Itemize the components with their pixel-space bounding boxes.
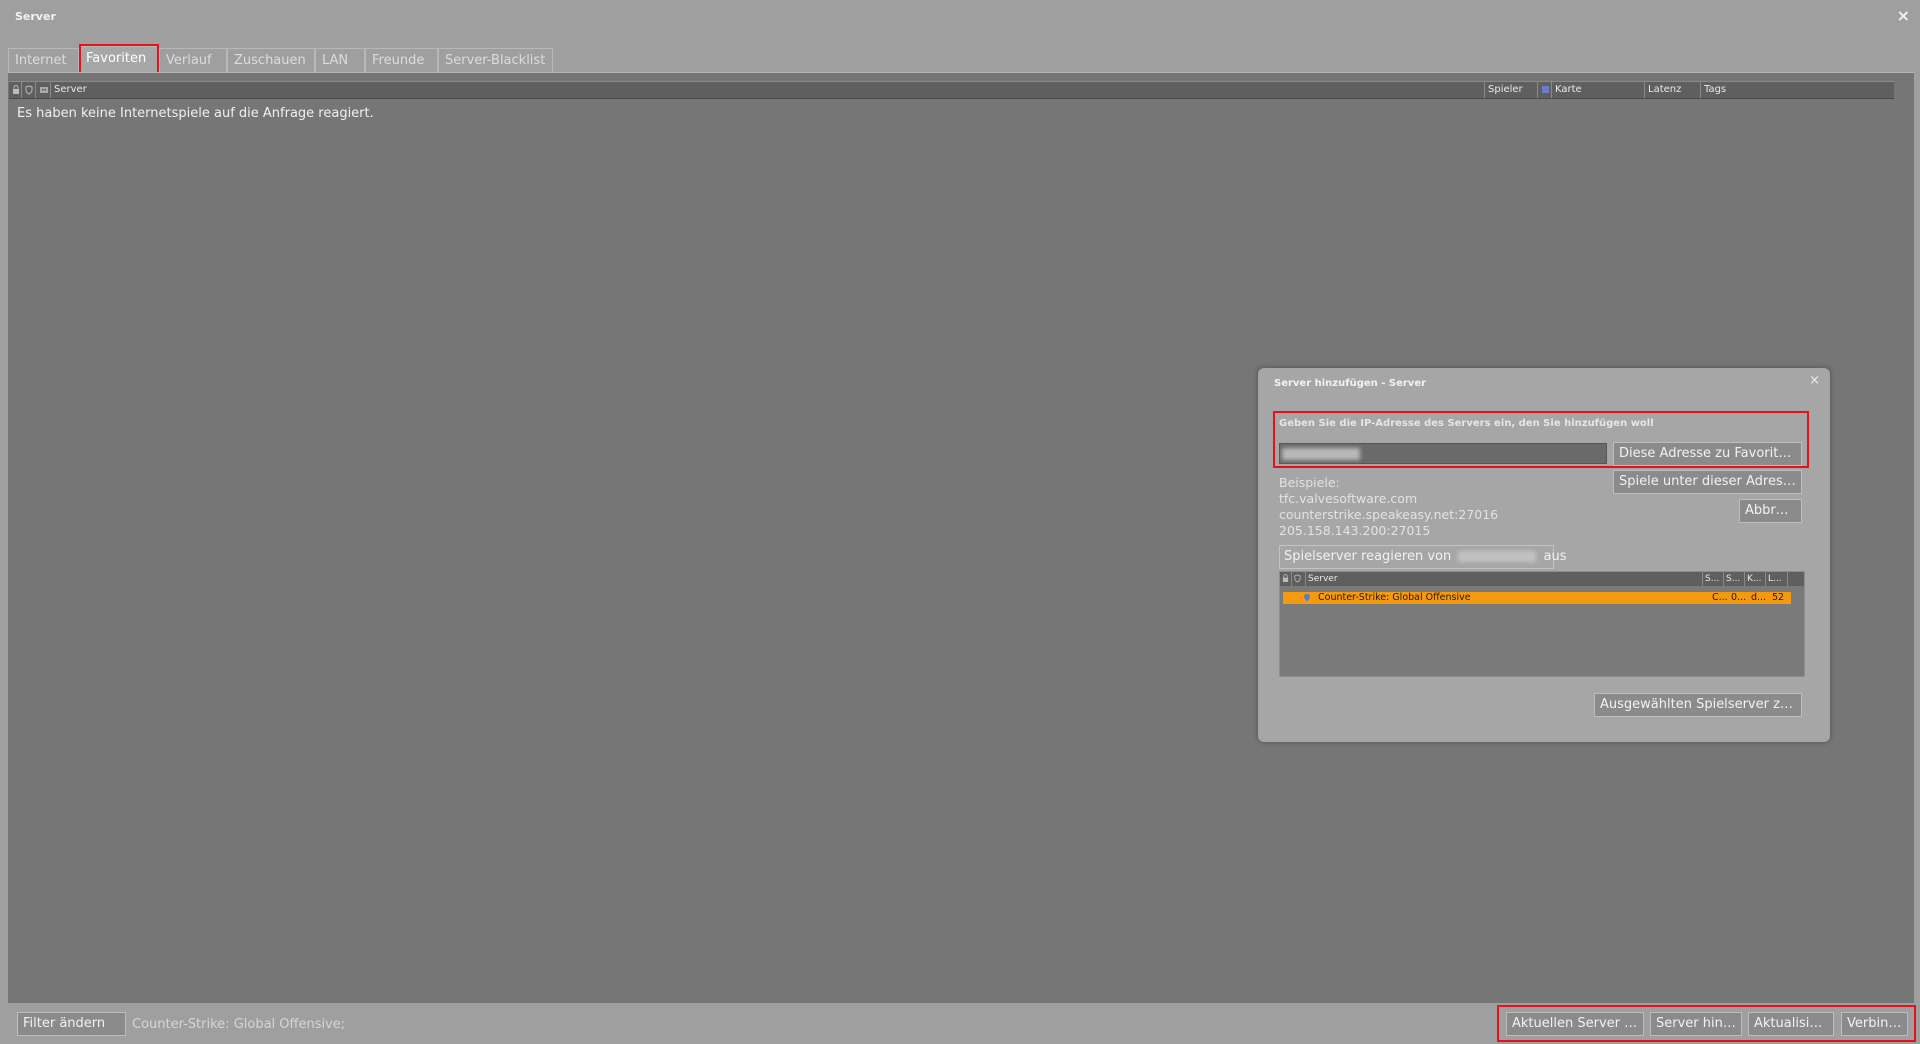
example-line: counterstrike.speakeasy.net:27016: [1279, 507, 1499, 522]
puzzle-icon[interactable]: [1538, 82, 1552, 98]
add-to-favorites-button[interactable]: Diese Adresse zu Favoriten hi...: [1613, 442, 1802, 466]
column-server[interactable]: Server: [51, 82, 1485, 98]
column-map[interactable]: Karte: [1552, 82, 1645, 98]
add-server-button[interactable]: Server hinzu...: [1650, 1012, 1742, 1036]
lock-icon[interactable]: [1280, 572, 1292, 586]
redacted-address: [1282, 448, 1360, 460]
refresh-button[interactable]: Aktualisieren: [1748, 1012, 1834, 1036]
row-c3: d...: [1751, 592, 1767, 603]
mini-column-c4[interactable]: L...: [1766, 572, 1788, 586]
add-current-server-button[interactable]: Aktuellen Server hinz...: [1506, 1012, 1644, 1036]
ip-address-input[interactable]: [1279, 443, 1607, 464]
empty-list-message: Es haben keine Internetspiele auf die An…: [17, 106, 374, 121]
tab-favoriten[interactable]: Favoriten: [79, 46, 158, 73]
tab-lan[interactable]: LAN: [315, 48, 365, 72]
add-selected-to-favorites-button[interactable]: Ausgewählten Spielserver zu Fav...: [1594, 693, 1802, 717]
tab-internet[interactable]: Internet: [8, 48, 79, 72]
tab-zuschauen[interactable]: Zuschauen: [227, 48, 315, 72]
column-latency[interactable]: Latenz: [1645, 82, 1701, 98]
connect-button[interactable]: Verbinden: [1841, 1012, 1908, 1036]
responding-servers-label: Spielserver reagieren von aus: [1279, 545, 1566, 569]
server-list-header: Server Spieler Karte Latenz Tags: [9, 81, 1894, 99]
shield-icon: [1303, 593, 1311, 602]
example-line: 205.158.143.200:27015: [1279, 523, 1431, 538]
add-server-dialog: Server hinzufügen - Server × Geben Sie d…: [1258, 368, 1830, 742]
row-c4: 52: [1772, 592, 1785, 603]
responding-suffix: aus: [1543, 549, 1567, 564]
responding-servers-list: Server S... S... K... L... Counter-Strik…: [1279, 571, 1805, 677]
tab-freunde[interactable]: Freunde: [365, 48, 438, 72]
redacted-address: [1458, 551, 1537, 562]
mini-column-c2[interactable]: S...: [1724, 572, 1745, 586]
shield-icon[interactable]: [22, 82, 36, 98]
examples-label: Beispiele:: [1279, 475, 1340, 490]
dialog-close-button[interactable]: ×: [1809, 373, 1820, 388]
tab-verlauf[interactable]: Verlauf: [159, 48, 227, 72]
window-close-button[interactable]: ×: [1897, 6, 1910, 25]
responding-prefix: Spielserver reagieren von: [1284, 549, 1452, 564]
mini-list-header: Server S... S... K... L...: [1280, 572, 1804, 586]
window-title: Server: [15, 10, 56, 23]
column-players[interactable]: Spieler: [1485, 82, 1538, 98]
mini-column-c1[interactable]: S...: [1703, 572, 1724, 586]
row-c1: C...: [1712, 592, 1728, 603]
mini-column-server[interactable]: Server: [1306, 572, 1703, 586]
list-item[interactable]: Counter-Strike: Global Offensive C... 0.…: [1283, 592, 1791, 604]
mini-column-c3[interactable]: K...: [1745, 572, 1766, 586]
bot-icon[interactable]: [36, 82, 51, 98]
example-line: tfc.valvesoftware.com: [1279, 491, 1418, 506]
row-server-name: Counter-Strike: Global Offensive: [1318, 592, 1471, 603]
find-games-at-address-button[interactable]: Spiele unter dieser Adresse s...: [1613, 470, 1802, 494]
lock-icon[interactable]: [9, 82, 22, 98]
filter-status-text: Counter-Strike: Global Offensive;: [132, 1017, 346, 1032]
shield-icon[interactable]: [1292, 572, 1306, 586]
tab-server-blacklist[interactable]: Server-Blacklist: [438, 48, 553, 72]
ip-prompt: Geben Sie die IP-Adresse des Servers ein…: [1279, 418, 1654, 429]
cancel-button[interactable]: Abbrec...: [1739, 499, 1802, 523]
row-c2: 0...: [1731, 592, 1747, 603]
filter-change-button[interactable]: Filter ändern: [17, 1012, 126, 1036]
column-tags[interactable]: Tags: [1701, 82, 1894, 98]
dialog-title: Server hinzufügen - Server: [1274, 378, 1427, 389]
